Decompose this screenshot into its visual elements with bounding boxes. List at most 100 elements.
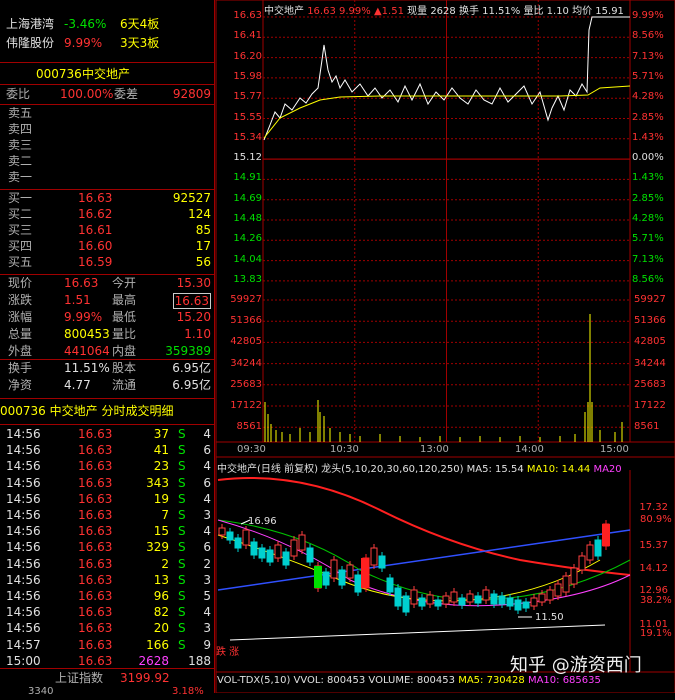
- candle-body: [506, 597, 514, 607]
- kh-ma5: MA5: 15.54: [466, 464, 524, 475]
- price-axis-label: 14.26: [233, 233, 262, 245]
- kh-ma10: MA10: 14.44: [526, 464, 591, 475]
- price-axis-label: 15.34: [233, 131, 262, 143]
- vol-axis-label: 25683: [230, 378, 262, 390]
- pct-axis-label: 2.85%: [632, 111, 664, 123]
- vol-axis-label: 34244: [230, 357, 262, 369]
- vol-axis-label: 51366: [230, 315, 262, 327]
- big-up-candle: [361, 558, 369, 588]
- candle-body: [370, 547, 378, 566]
- time-axis-label: 13:00: [420, 444, 449, 455]
- chart-area[interactable]: [0, 0, 675, 693]
- candle-body: [554, 583, 562, 597]
- time-axis-label: 15:00: [600, 444, 629, 455]
- kline-high-label: 16.96: [248, 516, 277, 527]
- vol-axis-label: 59927: [230, 294, 262, 305]
- candle-body: [218, 527, 226, 536]
- candle-body: [226, 531, 234, 541]
- candle-body: [346, 564, 354, 579]
- price-axis-label: 16.41: [233, 30, 262, 42]
- price-axis-label: 15.98: [233, 70, 262, 82]
- price-axis-label: 14.69: [233, 192, 262, 204]
- kline-low-label: 11.50: [535, 612, 564, 623]
- candle-body: [466, 593, 474, 603]
- candle-body: [450, 591, 458, 603]
- price-axis-label: 15.55: [233, 111, 262, 123]
- price-axis-label: 16.20: [233, 50, 262, 62]
- pct-axis-label: 4.28%: [632, 91, 664, 103]
- time-axis-label: 14:00: [515, 444, 544, 455]
- candle-body: [434, 599, 442, 607]
- candle-body: [354, 574, 362, 593]
- pct-axis-label: 1.43%: [632, 172, 664, 184]
- pct-axis-label: 5.71%: [632, 70, 664, 82]
- kh-name: 中交地产(日线 前复权): [217, 464, 318, 475]
- candle-body: [458, 597, 466, 606]
- kline-notes-text: 跌 涨: [216, 647, 240, 658]
- kline-notes: 跌 涨: [216, 643, 239, 658]
- candle-body: [522, 601, 530, 609]
- candle-body: [594, 539, 602, 557]
- candle-body: [402, 595, 410, 613]
- candle-body: [386, 577, 394, 593]
- pct-axis-label: 9.99%: [632, 10, 664, 21]
- candle-body: [322, 571, 330, 586]
- big-down-candle: [314, 566, 322, 588]
- candle-body: [570, 567, 578, 585]
- ih-avg: 均价 15.91: [572, 6, 624, 17]
- candle-body: [530, 597, 538, 607]
- vol-axis-label: 42805: [230, 336, 262, 348]
- pct-axis-label: 1.43%: [632, 131, 664, 143]
- kline-axis-label: 17.32: [639, 502, 668, 513]
- kline-axis-label: 14.12: [639, 563, 668, 574]
- candle-body: [330, 559, 338, 579]
- candle-body: [338, 569, 346, 586]
- candle-body: [410, 589, 418, 605]
- pct-axis-label: 8.56%: [632, 273, 664, 285]
- price-axis-label: 16.63: [233, 10, 262, 21]
- candle-body: [266, 549, 274, 563]
- pct-axis-label: 4.28%: [632, 213, 664, 224]
- ih-ratio: 量比 1.10: [523, 6, 569, 17]
- last-candle: [602, 524, 610, 546]
- candle-body: [490, 593, 498, 605]
- candle-body: [394, 587, 402, 607]
- vb-vvol: VVOL: 800453: [293, 675, 366, 686]
- candle-body: [378, 555, 386, 569]
- vb-label: VOL-TDX(5,10): [217, 675, 291, 686]
- vol-axis-label-right: 34244: [634, 357, 666, 369]
- vol-axis-label-right: 17122: [634, 400, 666, 411]
- candle-body: [562, 575, 570, 593]
- kline-axis-label: 15.37: [639, 540, 668, 551]
- candle-body: [586, 544, 594, 561]
- candle-body: [290, 539, 298, 557]
- ih-now: 现量 2628: [407, 6, 456, 17]
- vol-axis-label: 8561: [236, 421, 262, 433]
- ih-pct: 9.99%: [339, 6, 371, 17]
- kline-pct-label: 38.2%: [640, 595, 672, 606]
- vol-axis-label-right: 51366: [634, 315, 666, 327]
- pct-axis-label: 7.13%: [632, 50, 664, 62]
- candle-body: [426, 594, 434, 605]
- vol-axis-label: 17122: [230, 400, 262, 411]
- base-line: [229, 624, 606, 641]
- time-axis-label: 10:30: [330, 444, 359, 455]
- vol-axis-label-right: 59927: [634, 294, 666, 305]
- pct-axis-label: 5.71%: [632, 233, 664, 245]
- price-axis-label: 15.12: [233, 152, 262, 164]
- candle-body: [546, 589, 554, 601]
- kline-pct-label: 19.1%: [640, 628, 672, 639]
- candle-body: [578, 555, 586, 571]
- candle-body: [498, 595, 506, 605]
- candle-body: [482, 589, 490, 601]
- pct-axis-label: 0.00%: [632, 152, 664, 164]
- pct-axis-label: 8.56%: [632, 30, 664, 42]
- candle-body: [274, 544, 282, 559]
- ih-price: 16.63: [307, 6, 336, 17]
- price-axis-label: 14.04: [233, 253, 262, 265]
- vol-axis-label-right: 8561: [634, 421, 660, 433]
- kh-ma20: MA20: [593, 464, 622, 475]
- candle-body: [298, 534, 306, 551]
- candle-body: [258, 547, 266, 559]
- vol-axis-label-right: 25683: [634, 378, 666, 390]
